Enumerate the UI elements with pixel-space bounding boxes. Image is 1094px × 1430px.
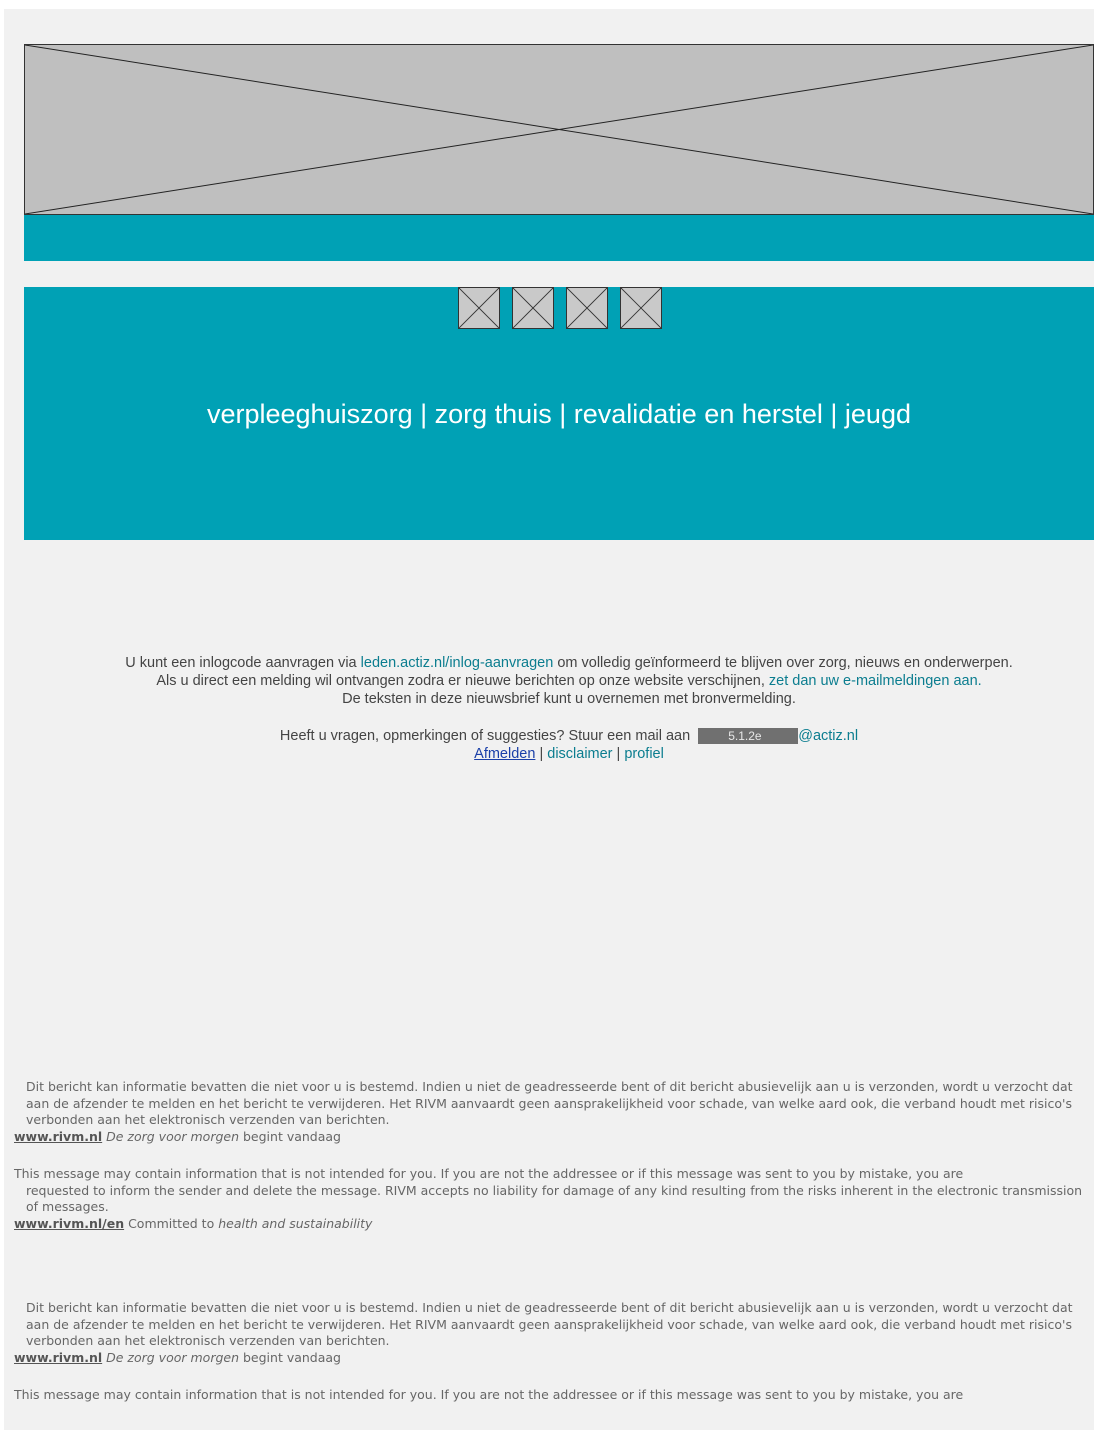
social-icon-placeholder[interactable]	[458, 287, 500, 329]
notification-info: Als u direct een melding wil ontvangen z…	[156, 673, 982, 689]
header-image-placeholder	[24, 44, 1094, 215]
redacted-address: 5.1.2e	[698, 728, 799, 745]
signature-nl: www.rivm.nl De zorg voor morgen begint v…	[14, 1128, 341, 1144]
nav-separator: |	[412, 399, 435, 429]
social-icons	[458, 287, 662, 329]
nav-link-revalidatie[interactable]: revalidatie en herstel	[574, 399, 823, 429]
social-icon-placeholder[interactable]	[512, 287, 554, 329]
disclaimer-en-text: This message may contain information tha…	[14, 1166, 1083, 1214]
social-icon-placeholder[interactable]	[620, 287, 662, 329]
contact-email-link[interactable]: @actiz.nl	[798, 728, 858, 744]
footer-links: Afmelden | disclaimer | profiel	[474, 746, 664, 762]
login-info: U kunt een inlogcode aanvragen via leden…	[125, 655, 1013, 671]
social-icon-placeholder[interactable]	[566, 287, 608, 329]
rivm-disclaimer-repeat: Dit bericht kan informatie bevatten die …	[14, 1300, 1089, 1404]
nav-separator: |	[551, 399, 574, 429]
nav-link-zorg-thuis[interactable]: zorg thuis	[435, 399, 552, 429]
disclaimer-nl-text: Dit bericht kan informatie bevatten die …	[26, 1079, 1073, 1127]
profile-link[interactable]: profiel	[624, 746, 664, 762]
nav-separator: |	[822, 399, 845, 429]
unsubscribe-link[interactable]: Afmelden	[474, 746, 535, 762]
disclaimer-nl-text: Dit bericht kan informatie bevatten die …	[26, 1300, 1073, 1348]
header-teal-bar	[24, 215, 1094, 261]
signature-en: www.rivm.nl/en Committed to health and s…	[14, 1215, 373, 1231]
nav-band: verpleeghuiszorg | zorg thuis | revalida…	[24, 287, 1094, 540]
nav-link-jeugd[interactable]: jeugd	[845, 399, 911, 429]
nav-link-verpleeghuiszorg[interactable]: verpleeghuiszorg	[207, 399, 413, 429]
email-page: verpleeghuiszorg | zorg thuis | revalida…	[4, 9, 1094, 1430]
contact-line: Heeft u vragen, opmerkingen of suggestie…	[279, 728, 859, 745]
rivm-disclaimer: Dit bericht kan informatie bevatten die …	[14, 1079, 1089, 1232]
rivm-link[interactable]: www.rivm.nl	[14, 1350, 102, 1365]
disclaimer-link[interactable]: disclaimer	[547, 746, 612, 762]
email-notifications-link[interactable]: zet dan uw e-mailmeldingen aan.	[769, 673, 982, 689]
signature-nl: www.rivm.nl De zorg voor morgen begint v…	[14, 1349, 341, 1365]
disclaimer-en-text: This message may contain information tha…	[14, 1387, 964, 1402]
copy-info: De teksten in deze nieuwsbrief kunt u ov…	[342, 691, 796, 707]
login-request-link[interactable]: leden.actiz.nl/inlog-aanvragen	[361, 655, 554, 671]
rivm-link[interactable]: www.rivm.nl	[14, 1129, 102, 1144]
nav-links: verpleeghuiszorg | zorg thuis | revalida…	[24, 399, 1094, 430]
rivm-en-link[interactable]: www.rivm.nl/en	[14, 1216, 124, 1231]
info-block: U kunt een inlogcode aanvragen via leden…	[64, 654, 1074, 763]
